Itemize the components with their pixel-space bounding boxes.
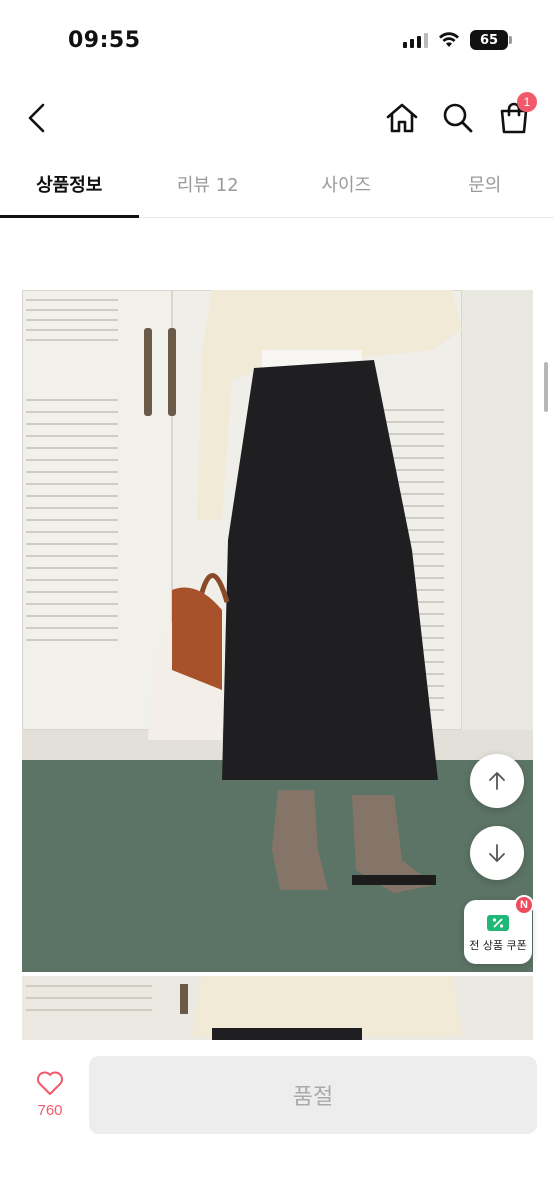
heart-icon [37,1071,63,1095]
cart-button[interactable]: 1 [494,92,537,138]
page-scrollbar[interactable] [544,362,548,412]
cellular-signal-icon [403,32,428,48]
arrow-up-icon [489,772,505,790]
status-indicators: 65 [403,30,512,50]
home-button[interactable] [382,98,422,138]
product-photo-next [22,976,533,1040]
all-products-coupon-button[interactable]: 전 상품 쿠폰 N [464,895,534,964]
product-photo-illustration [22,290,533,972]
product-photo [22,290,533,972]
status-time: 09:55 [68,28,141,53]
cart-count-badge: 1 [517,92,537,112]
bottom-action-bar: 760 품절 [0,1040,554,1200]
tab-inquiry[interactable]: 문의 [416,160,554,217]
tab-product-info[interactable]: 상품정보 [0,160,139,218]
new-badge: N [514,895,534,915]
like-button[interactable]: 760 [22,1070,78,1130]
home-icon [386,103,418,133]
arrow-down-icon [489,844,505,862]
search-icon [443,103,473,133]
sold-out-button[interactable]: 품절 [89,1056,537,1134]
scroll-up-button[interactable] [470,754,524,808]
battery-indicator: 65 [470,30,512,50]
tab-reviews[interactable]: 리뷰 12 [139,160,278,217]
back-button[interactable] [18,98,54,138]
wifi-icon [439,32,459,47]
product-photo-next-illustration [22,976,533,1040]
status-bar: 09:55 65 [0,0,554,80]
coupon-label: 전 상품 쿠폰 [469,939,527,952]
search-button[interactable] [438,98,478,138]
top-navigation: 1 [0,88,554,148]
tab-size[interactable]: 사이즈 [277,160,416,217]
scroll-down-button[interactable] [470,826,524,880]
chevron-left-icon [28,103,45,133]
coupon-icon [487,915,509,931]
like-count: 760 [37,1102,63,1119]
product-tabs: 상품정보 리뷰 12 사이즈 문의 [0,160,554,218]
